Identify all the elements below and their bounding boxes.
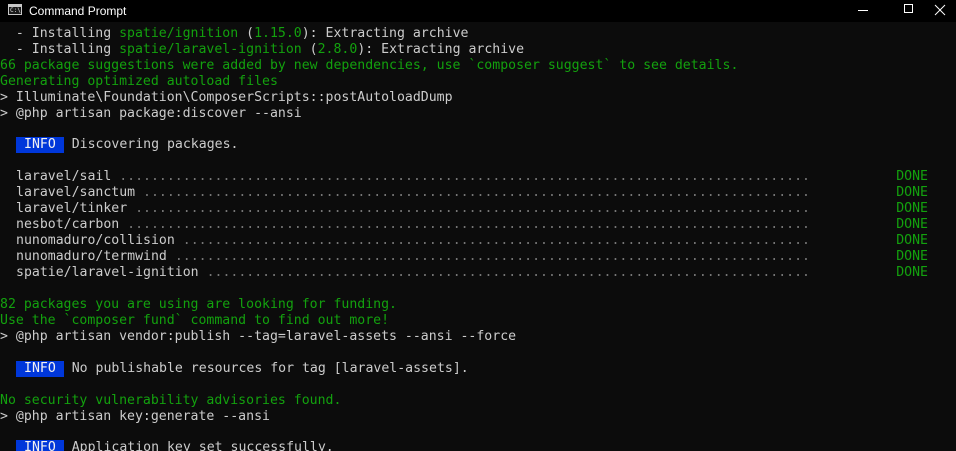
package-status: DONE — [896, 265, 928, 280]
package-status: DONE — [896, 185, 928, 200]
info-badge: INFO — [16, 440, 64, 451]
install-line: - Installing spatie/ignition (1.15.0): E… — [0, 26, 469, 42]
suggestions-line: 66 package suggestions were added by new… — [0, 58, 739, 73]
package-status: DONE — [896, 169, 928, 184]
package-status: DONE — [896, 249, 928, 264]
funding-hint-line: Use the `composer fund` command to find … — [0, 313, 390, 328]
install-open: ( — [301, 42, 318, 57]
package-name: nunomaduro/collision — [16, 233, 175, 248]
info-discovering-line: INFO Discovering packages. — [16, 137, 238, 153]
dot-leader: ........................................… — [143, 185, 810, 200]
package-name: laravel/sanctum — [16, 185, 136, 200]
install-package: spatie/laravel-ignition — [119, 42, 302, 57]
package-row: laravel/tinker .........................… — [16, 201, 942, 217]
command-prompt-icon-text: C:\ — [10, 7, 21, 14]
vendor-publish-command: > @php artisan vendor:publish --tag=lara… — [0, 329, 517, 344]
info-key-line: INFO Application key set successfully. — [16, 440, 334, 451]
package-status: DONE — [896, 217, 928, 232]
dot-leader: ........................................… — [174, 249, 810, 264]
no-publishable-text: No publishable resources for tag [larave… — [71, 361, 469, 376]
title-bar[interactable]: C:\ Command Prompt — [0, 0, 956, 22]
package-name: laravel/sail — [16, 169, 112, 184]
info-publish-line: INFO No publishable resources for tag [l… — [16, 361, 469, 377]
post-autoload-command: > Illuminate\Foundation\ComposerScripts:… — [0, 90, 453, 105]
package-name: spatie/laravel-ignition — [16, 265, 199, 280]
package-row: nunomaduro/collision ...................… — [16, 233, 942, 249]
package-name: nesbot/carbon — [16, 217, 120, 232]
dot-leader: ........................................… — [182, 233, 810, 248]
install-line: - Installing spatie/laravel-ignition (2.… — [0, 42, 524, 58]
dot-leader: ........................................… — [119, 169, 810, 184]
package-row: nesbot/carbon ..........................… — [16, 217, 942, 233]
package-name: laravel/tinker — [16, 201, 128, 216]
package-name: nunomaduro/termwind — [16, 249, 167, 264]
install-prefix: - Installing — [0, 42, 120, 57]
key-generate-command: > @php artisan key:generate --ansi — [0, 409, 270, 424]
install-prefix: - Installing — [0, 26, 120, 41]
discovering-text: Discovering packages. — [71, 137, 239, 152]
package-row: laravel/sail ...........................… — [16, 169, 942, 185]
info-badge: INFO — [16, 137, 64, 153]
dot-leader: ........................................… — [206, 265, 810, 280]
window-title: Command Prompt — [29, 4, 127, 18]
package-status: DONE — [896, 233, 928, 248]
funding-line: 82 packages you are using are looking fo… — [0, 297, 397, 312]
install-suffix: ): Extracting archive — [357, 42, 525, 57]
minimize-icon[interactable] — [840, 0, 886, 22]
package-row: nunomaduro/termwind ....................… — [16, 249, 942, 265]
dot-leader: ........................................… — [135, 201, 810, 216]
install-version: 2.8.0 — [317, 42, 358, 57]
console-output[interactable]: - Installing spatie/ignition (1.15.0): E… — [0, 24, 956, 451]
command-prompt-icon: C:\ — [8, 4, 22, 15]
maximize-icon[interactable] — [886, 0, 932, 22]
package-status: DONE — [896, 201, 928, 216]
package-row: spatie/laravel-ignition ................… — [16, 265, 942, 281]
install-package: spatie/ignition — [119, 26, 239, 41]
info-badge: INFO — [16, 361, 64, 377]
package-row: laravel/sanctum ........................… — [16, 185, 942, 201]
dot-leader: ........................................… — [127, 217, 810, 232]
install-open: ( — [238, 26, 255, 41]
close-icon[interactable] — [932, 0, 956, 22]
install-suffix: ): Extracting archive — [301, 26, 469, 41]
security-line: No security vulnerability advisories fou… — [0, 393, 342, 408]
app-key-text: Application key set successfully. — [71, 440, 334, 451]
autoload-line: Generating optimized autoload files — [0, 74, 278, 89]
install-version: 1.15.0 — [254, 26, 302, 41]
command-prompt-window: C:\ Command Prompt - Installing spatie/i… — [0, 0, 956, 451]
package-discover-command: > @php artisan package:discover --ansi — [0, 106, 302, 121]
